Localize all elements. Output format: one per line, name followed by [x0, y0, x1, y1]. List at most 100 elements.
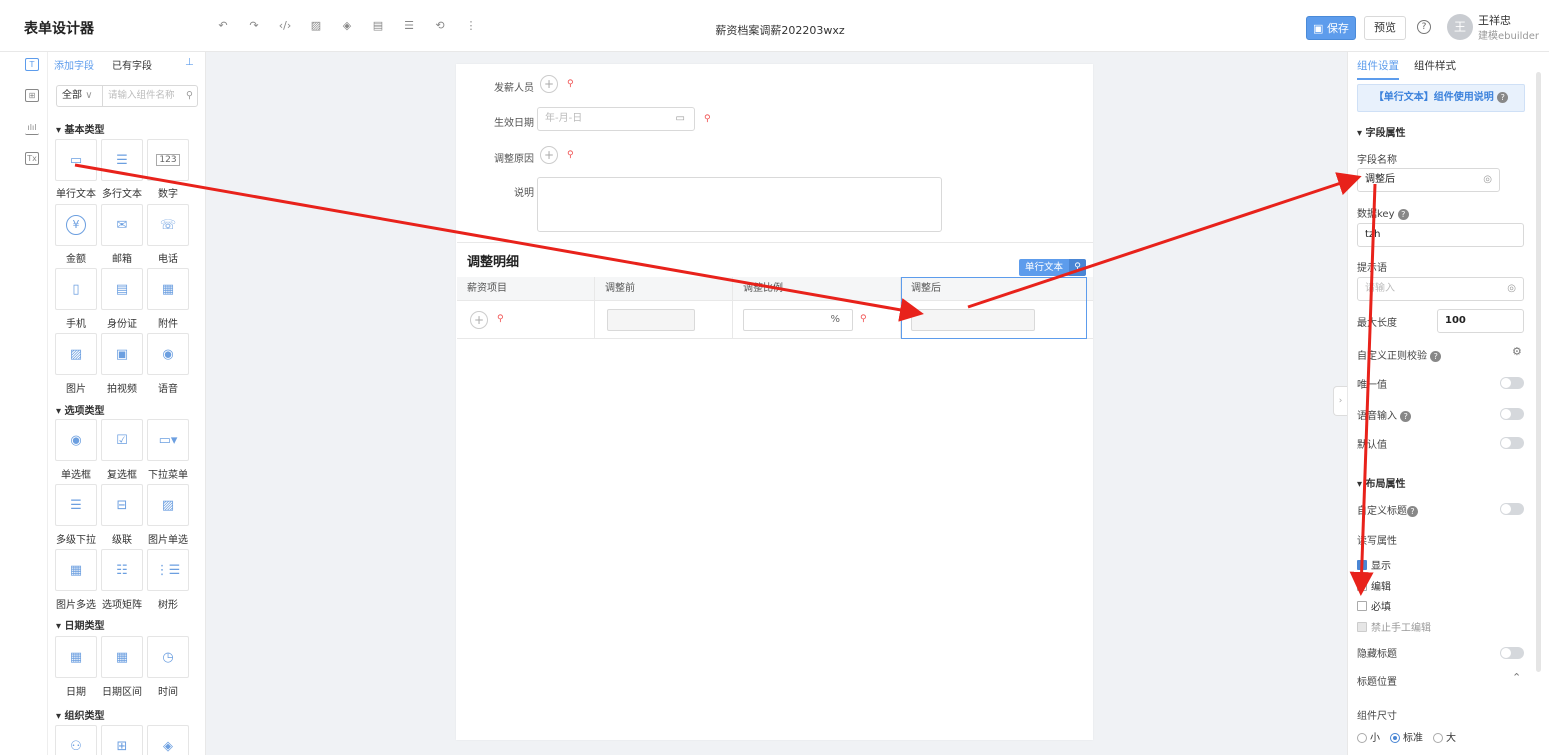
effective-date-input[interactable]: 年-月-日 ▭ — [537, 107, 695, 131]
add-issuer-button[interactable]: + — [540, 75, 558, 93]
max-length-input[interactable]: 100 — [1437, 309, 1524, 333]
required-checkbox[interactable]: 必填 — [1357, 598, 1391, 613]
edit-checkbox[interactable]: 编辑 — [1357, 578, 1391, 593]
hide-title-toggle[interactable] — [1500, 647, 1524, 659]
panel-scrollbar[interactable] — [1536, 72, 1541, 672]
layout-icon[interactable]: ⊞ — [25, 89, 39, 102]
usage-help-link[interactable]: 【单行文本】组件使用说明 ? — [1357, 84, 1525, 112]
text-box-icon[interactable]: Tx — [25, 152, 39, 165]
tab-component-style[interactable]: 组件样式 — [1414, 58, 1456, 73]
text-field-icon[interactable]: T — [25, 58, 39, 71]
before-value-input[interactable] — [607, 309, 695, 331]
tile-video[interactable]: ▣ — [101, 333, 143, 375]
tile-radio[interactable]: ◉ — [55, 419, 97, 461]
tile-time[interactable]: ◷ — [147, 636, 189, 678]
add-reason-button[interactable]: + — [540, 146, 558, 164]
label-number: 数字 — [158, 189, 178, 200]
undo-icon[interactable]: ↶ — [213, 19, 233, 32]
section-option[interactable]: ▾ 选项类型 — [56, 402, 105, 417]
pin-icon[interactable]: ⚲ — [1069, 259, 1086, 276]
tile-amount[interactable]: ¥ — [55, 204, 97, 246]
size-standard-radio[interactable]: 标准 — [1390, 729, 1423, 744]
property-panel: 组件设置 组件样式 【单行文本】组件使用说明 ? ▾ 字段属性 字段名称 调整后… — [1347, 52, 1549, 755]
label-cascade: 级联 — [112, 535, 132, 546]
tile-option-matrix[interactable]: ☷ — [101, 549, 143, 591]
help-icon: ? — [1400, 410, 1412, 422]
tile-image-radio[interactable]: ▨ — [147, 484, 189, 526]
custom-title-toggle[interactable] — [1500, 503, 1524, 515]
section-org[interactable]: ▾ 组织类型 — [56, 707, 105, 722]
default-value-toggle[interactable] — [1500, 437, 1524, 449]
globe-icon[interactable]: ◎ — [1507, 278, 1516, 300]
person-icon: ⚇ — [70, 738, 82, 754]
more-icon[interactable]: ⋮ — [461, 19, 481, 32]
section-basic[interactable]: ▾ 基本类型 — [56, 121, 105, 136]
chart-icon[interactable]: ılıl — [25, 122, 39, 135]
category-select[interactable]: 全部 ∨ — [56, 85, 102, 107]
size-small-radio[interactable]: 小 — [1357, 729, 1380, 744]
tile-checkbox[interactable]: ☑ — [101, 419, 143, 461]
section-date[interactable]: ▾ 日期类型 — [56, 617, 105, 632]
tile-mobile[interactable]: ▯ — [55, 268, 97, 310]
tile-image[interactable]: ▨ — [55, 333, 97, 375]
code-icon[interactable]: ‹/› — [275, 19, 295, 32]
show-checkbox[interactable]: 显示 — [1357, 557, 1391, 572]
avatar[interactable]: 王 — [1447, 14, 1473, 40]
tile-multi-dropdown[interactable]: ☰ — [55, 484, 97, 526]
data-key-input[interactable]: tzh — [1357, 223, 1524, 247]
database-icon[interactable]: ▤ — [368, 19, 388, 32]
save-button[interactable]: ▣ 保存 — [1306, 16, 1356, 40]
layers-icon[interactable]: ◈ — [337, 19, 357, 32]
tile-single-text[interactable]: ▭ — [55, 139, 97, 181]
help-icon: ? — [1397, 208, 1409, 220]
add-item-button[interactable]: + — [470, 311, 488, 329]
field-name-input[interactable]: 调整后 ◎ — [1357, 168, 1500, 192]
no-manual-edit-checkbox[interactable]: 禁止手工编辑 — [1357, 619, 1431, 634]
preview-button[interactable]: 预览 — [1364, 16, 1406, 40]
chevron-up-icon[interactable]: ⌃ — [1512, 671, 1521, 684]
note-textarea[interactable] — [537, 177, 942, 232]
voice-input-toggle[interactable] — [1500, 408, 1524, 420]
selected-column-outline[interactable] — [901, 277, 1087, 339]
tile-department[interactable]: ⊞ — [101, 725, 143, 755]
component-search-input[interactable]: 请输入组件名称 ⚲ — [102, 85, 198, 107]
tile-image-multi[interactable]: ▦ — [55, 549, 97, 591]
gear-icon[interactable]: ⚙ — [1512, 345, 1522, 358]
image-icon[interactable]: ▨ — [306, 19, 326, 32]
multi-dropdown-icon: ☰ — [70, 497, 82, 513]
pin-icon[interactable]: ⊥ — [185, 57, 194, 68]
tile-phone[interactable]: ☏ — [147, 204, 189, 246]
tab-component-settings[interactable]: 组件设置 — [1357, 58, 1399, 80]
globe-icon[interactable]: ◎ — [1483, 169, 1492, 191]
tile-cascade[interactable]: ⊟ — [101, 484, 143, 526]
tile-person[interactable]: ⚇ — [55, 725, 97, 755]
image-icon: ▨ — [69, 346, 83, 362]
tile-date[interactable]: ▦ — [55, 636, 97, 678]
ratio-input[interactable]: % — [743, 309, 853, 331]
tab-add-field[interactable]: 添加字段 — [54, 57, 94, 72]
label-time: 时间 — [158, 687, 178, 698]
field-section-title[interactable]: ▾ 字段属性 — [1357, 124, 1406, 139]
tile-dropdown[interactable]: ▭▾ — [147, 419, 189, 461]
tile-multi-text[interactable]: ☰ — [101, 139, 143, 181]
redo-icon[interactable]: ↷ — [244, 19, 264, 32]
tile-branch[interactable]: ◈ — [147, 725, 189, 755]
label-amount: 金额 — [66, 254, 86, 265]
history-icon[interactable]: ⟲ — [430, 19, 450, 32]
tile-email[interactable]: ✉ — [101, 204, 143, 246]
collapse-panel-button[interactable]: › — [1333, 386, 1347, 416]
tile-attachment[interactable]: ▦ — [147, 268, 189, 310]
rw-label: 读写属性 — [1357, 536, 1397, 547]
tile-voice[interactable]: ◉ — [147, 333, 189, 375]
layout-section-title[interactable]: ▾ 布局属性 — [1357, 475, 1406, 490]
hint-input[interactable]: 请输入 ◎ — [1357, 277, 1524, 301]
tile-tree[interactable]: ⋮☰ — [147, 549, 189, 591]
size-large-radio[interactable]: 大 — [1433, 729, 1456, 744]
tile-number[interactable]: 123 — [147, 139, 189, 181]
help-icon[interactable]: ? — [1417, 20, 1431, 34]
tab-existing-field[interactable]: 已有字段 — [112, 57, 152, 72]
tile-id-card[interactable]: ▤ — [101, 268, 143, 310]
unique-toggle[interactable] — [1500, 377, 1524, 389]
tile-date-range[interactable]: ▦ — [101, 636, 143, 678]
list-icon[interactable]: ☰ — [399, 19, 419, 32]
